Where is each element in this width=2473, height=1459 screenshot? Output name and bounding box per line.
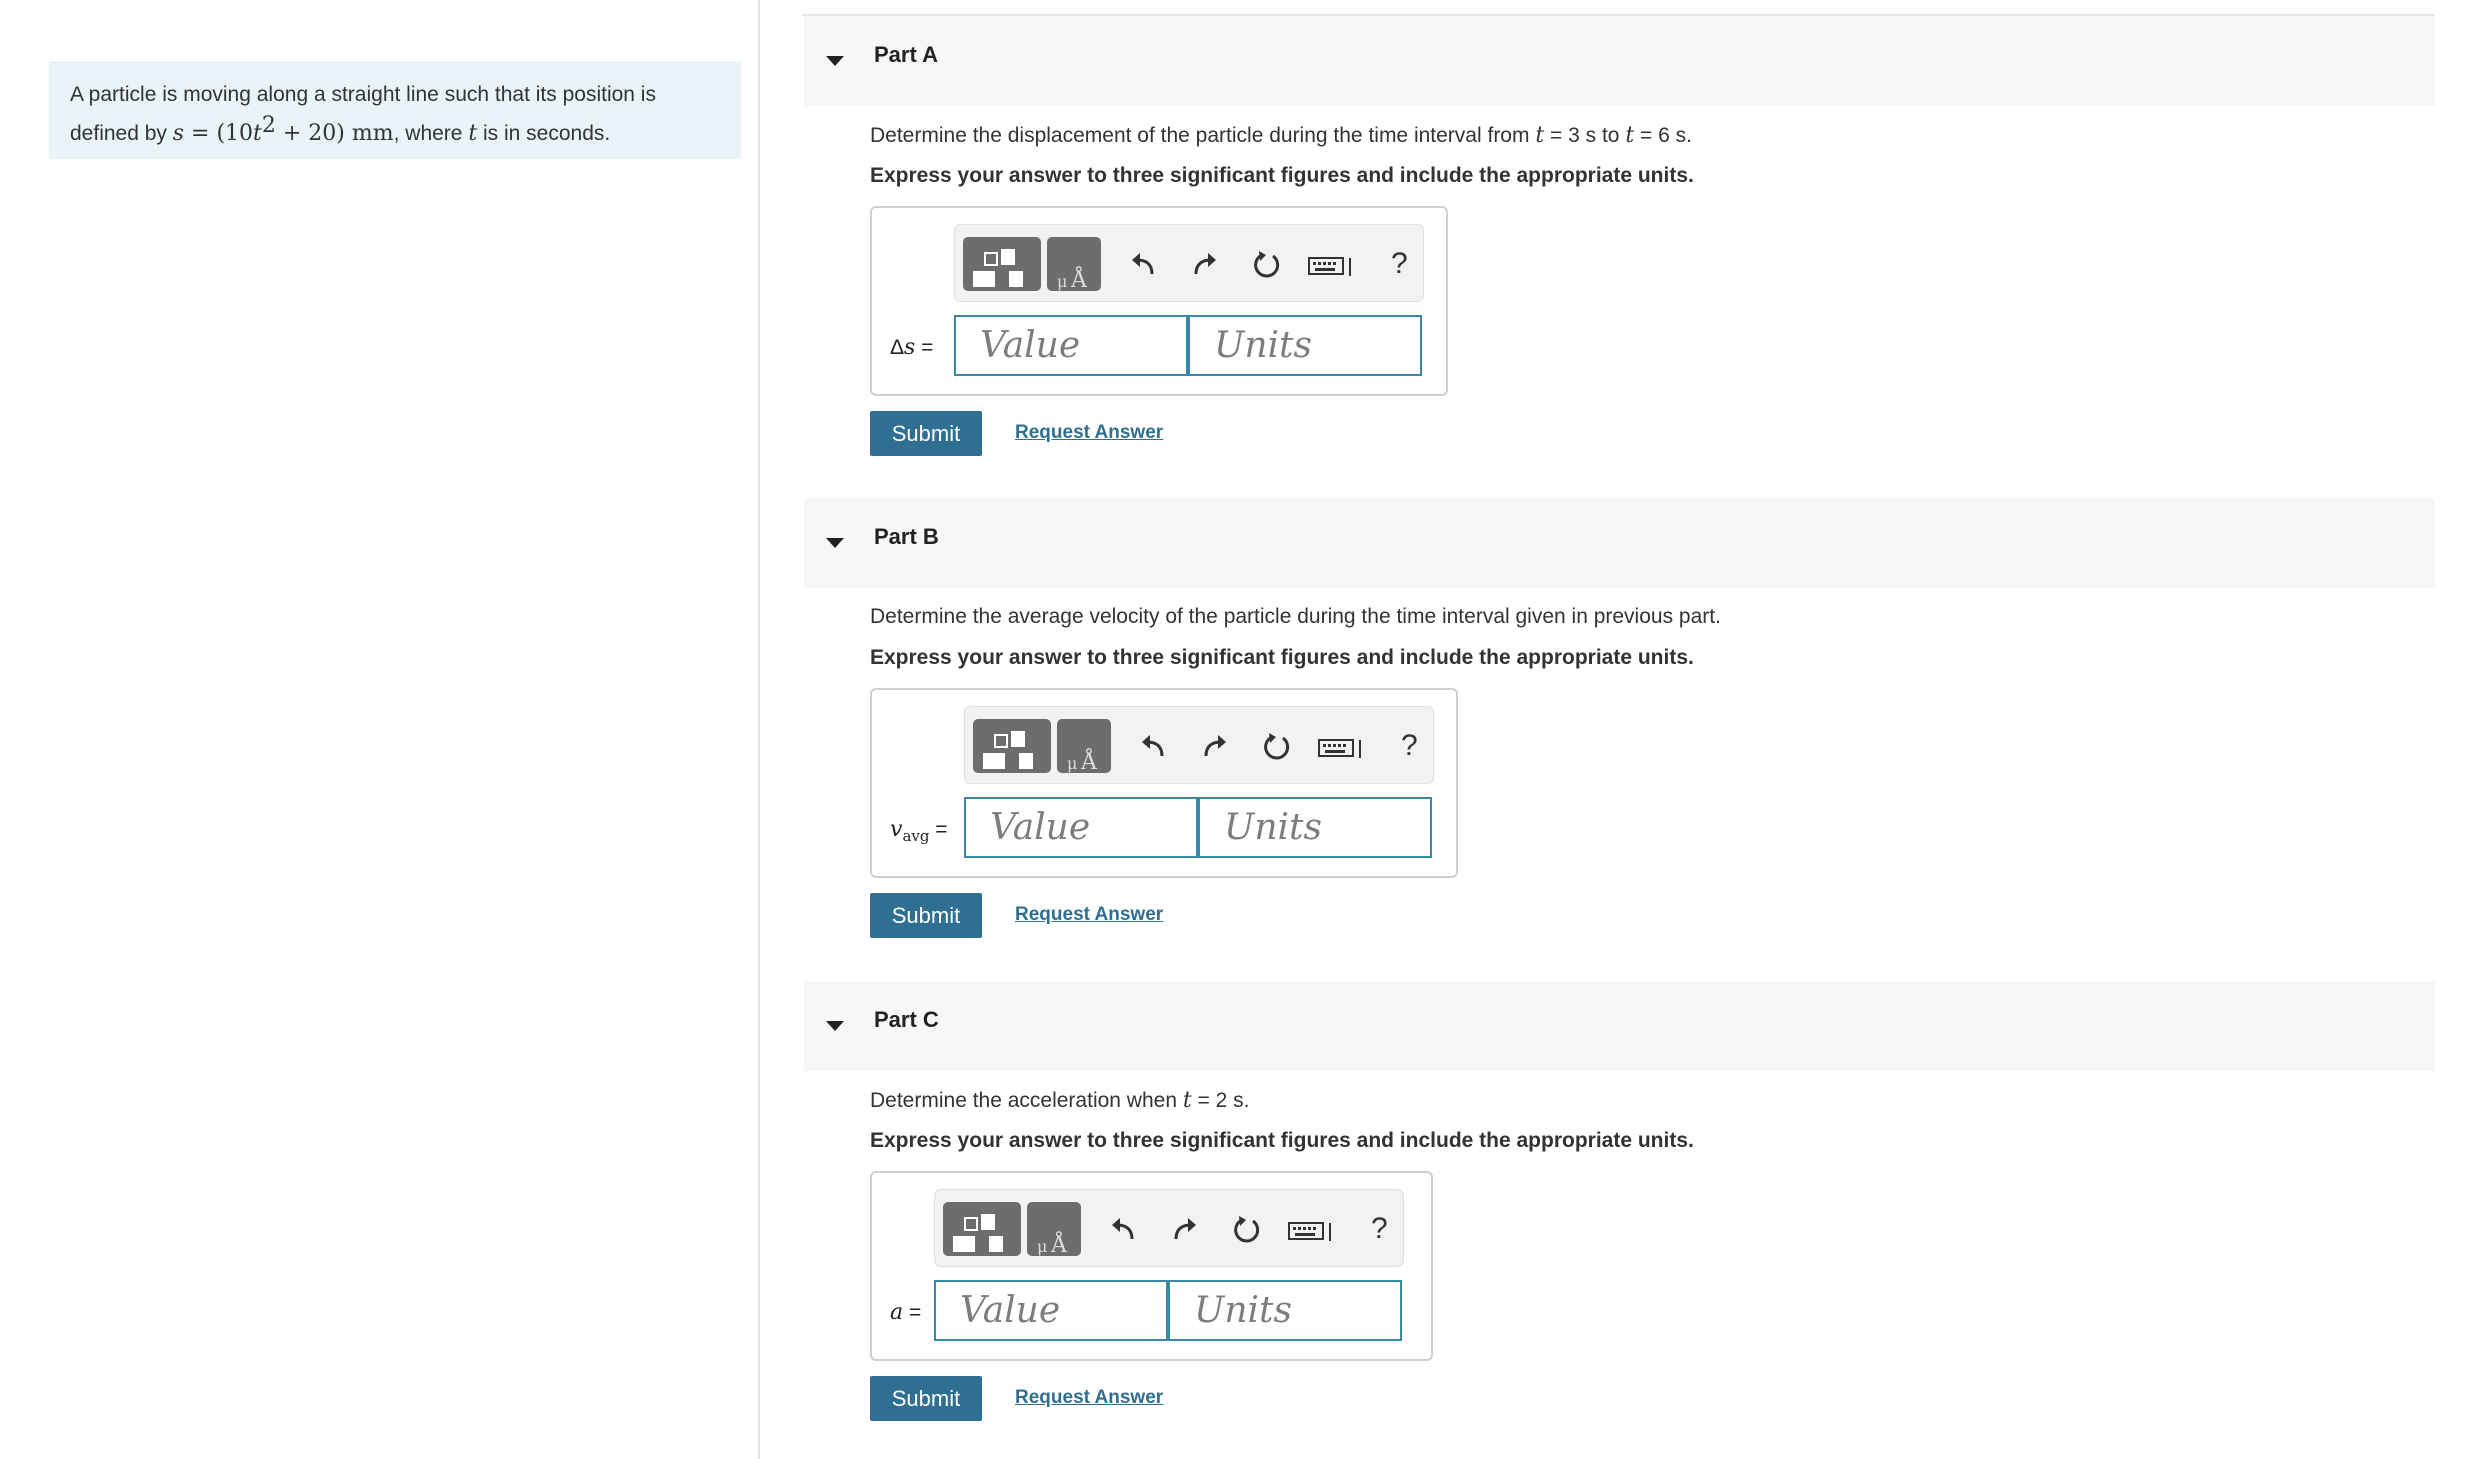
part-b-submit-button[interactable]: Submit [870, 893, 982, 938]
undo-icon[interactable] [1135, 729, 1171, 765]
svg-text:Å: Å [1080, 747, 1098, 773]
help-icon[interactable]: ? [1401, 729, 1418, 763]
templates-icon[interactable] [963, 237, 1041, 291]
reset-icon[interactable] [1229, 1212, 1265, 1248]
collapse-caret-icon[interactable] [826, 538, 844, 548]
var-t: t [1625, 123, 1635, 148]
part-b-title: Part B [874, 524, 939, 549]
part-b-header[interactable]: Part B [804, 498, 2435, 588]
part-c-submit-button[interactable]: Submit [870, 1376, 982, 1421]
question-text: = 6 s. [1634, 124, 1692, 147]
symbols-icon[interactable]: μÅ [1047, 237, 1101, 293]
var-symbol: v [890, 817, 903, 842]
part-c-answer-box: μÅ ? a = [870, 1171, 1433, 1361]
equals-sign: = [915, 336, 934, 359]
problem-statement: A particle is moving along a straight li… [49, 61, 741, 159]
var-subscript: avg [902, 827, 930, 846]
problem-text-3: is in seconds. [477, 122, 611, 145]
parts-panel: Part A Determine the displacement of the… [762, 0, 2473, 1459]
keyboard-icon[interactable] [1287, 1212, 1337, 1248]
eq-t: t [253, 121, 262, 146]
question-text: = 2 s. [1191, 1089, 1250, 1112]
part-a-answer-box: μÅ ? Δs = [870, 206, 1448, 396]
var-t: t [1182, 1088, 1192, 1113]
reset-icon[interactable] [1259, 729, 1295, 765]
undo-icon[interactable] [1105, 1212, 1141, 1248]
svg-text:Å: Å [1070, 265, 1088, 291]
math-toolbar: μÅ ? [934, 1189, 1404, 1267]
part-a-request-answer-link[interactable]: Request Answer [1015, 422, 1163, 444]
equals-sign: = [929, 818, 948, 841]
svg-text:μ: μ [1057, 272, 1067, 291]
svg-text:μ: μ [1067, 754, 1077, 773]
part-c-value-input[interactable] [934, 1280, 1168, 1341]
question-text: Determine the acceleration when [870, 1089, 1183, 1112]
collapse-caret-icon[interactable] [826, 56, 844, 66]
redo-icon[interactable] [1187, 247, 1223, 283]
eq-part: = (10 [184, 121, 254, 146]
part-a-value-input[interactable] [954, 315, 1188, 376]
var-symbol: a [890, 1300, 904, 1325]
problem-panel: A particle is moving along a straight li… [0, 0, 760, 1459]
part-a-units-input[interactable] [1188, 315, 1422, 376]
part-a-question: Determine the displacement of the partic… [870, 123, 1692, 148]
symbols-icon[interactable]: μÅ [1057, 719, 1111, 775]
templates-icon[interactable] [973, 719, 1051, 773]
math-toolbar: μÅ ? [964, 706, 1434, 784]
part-b-value-input[interactable] [964, 797, 1198, 858]
part-c-header[interactable]: Part C [804, 981, 2435, 1071]
part-a-submit-button[interactable]: Submit [870, 411, 982, 456]
reset-icon[interactable] [1249, 247, 1285, 283]
part-a-instruction: Express your answer to three significant… [870, 164, 1694, 187]
question-text: Determine the displacement of the partic… [870, 124, 1536, 147]
symbols-icon[interactable]: μÅ [1027, 1202, 1081, 1258]
var-symbol: s [904, 335, 916, 360]
part-b-request-answer-link[interactable]: Request Answer [1015, 904, 1163, 926]
part-c-title: Part C [874, 1007, 939, 1032]
svg-text:Å: Å [1050, 1230, 1068, 1256]
part-c-question: Determine the acceleration when t = 2 s. [870, 1088, 1249, 1113]
problem-text-2: , where [393, 122, 469, 145]
redo-icon[interactable] [1167, 1212, 1203, 1248]
undo-icon[interactable] [1125, 247, 1161, 283]
eq-exponent: 2 [261, 113, 276, 138]
math-toolbar: μÅ ? [954, 224, 1424, 302]
var-t: t [1535, 123, 1545, 148]
part-c-instruction: Express your answer to three significant… [870, 1129, 1694, 1152]
keyboard-icon[interactable] [1307, 247, 1357, 283]
svg-text:μ: μ [1037, 1237, 1047, 1256]
part-b-units-input[interactable] [1198, 797, 1432, 858]
collapse-caret-icon[interactable] [826, 1021, 844, 1031]
part-c-variable-label: a = [890, 1300, 921, 1325]
help-icon[interactable]: ? [1391, 247, 1408, 281]
part-c-request-answer-link[interactable]: Request Answer [1015, 1387, 1163, 1409]
equals-sign: = [903, 1301, 922, 1324]
templates-icon[interactable] [943, 1202, 1021, 1256]
question-text: = 3 s to [1544, 124, 1626, 147]
var-prefix: Δ [890, 336, 905, 359]
eq-rest: + 20) mm [275, 121, 394, 146]
eq-s: s [172, 121, 185, 146]
redo-icon[interactable] [1197, 729, 1233, 765]
part-a-variable-label: Δs = [890, 335, 933, 360]
part-b-instruction: Express your answer to three significant… [870, 646, 1694, 669]
part-a-title: Part A [874, 42, 938, 67]
part-a-header[interactable]: Part A [804, 16, 2435, 106]
part-c-units-input[interactable] [1168, 1280, 1402, 1341]
part-b-variable-label: vavg = [890, 817, 948, 845]
part-b-answer-box: μÅ ? vavg = [870, 688, 1458, 878]
part-b-question: Determine the average velocity of the pa… [870, 605, 1721, 628]
var-t: t [468, 121, 478, 146]
help-icon[interactable]: ? [1371, 1212, 1388, 1246]
keyboard-icon[interactable] [1317, 729, 1367, 765]
